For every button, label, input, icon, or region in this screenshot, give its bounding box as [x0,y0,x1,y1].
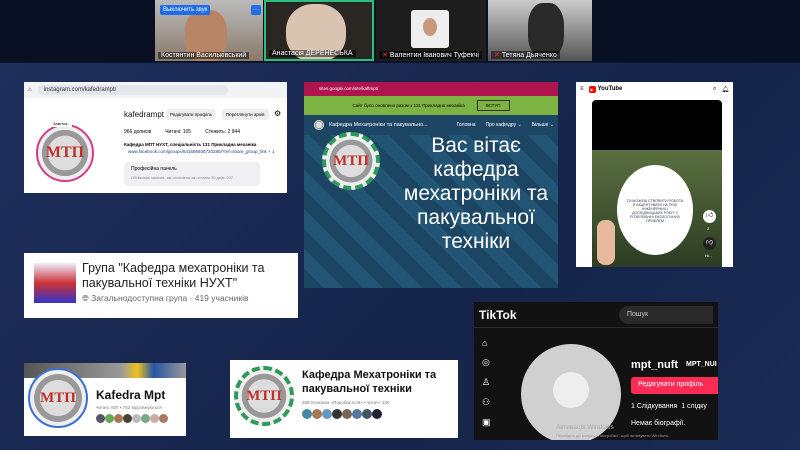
hero-title: Вас вітає кафедра мехатроніки та пакувал… [403,134,549,253]
address-bar[interactable]: sites.google.com/site/kaftmpt/ [304,82,558,96]
view-archive-button[interactable]: Переглянути архів [222,109,269,120]
friends-icon[interactable]: ⚇ [482,397,491,408]
youtube-logo-icon: ▶ [588,85,596,93]
participant-tile[interactable]: ✕ Тетяна Дьяченко [488,0,592,61]
banner-text: Сайт було оновлено разом з 131 Прикладна… [352,103,465,108]
youtube-brand[interactable]: YouTube [598,86,623,92]
nav-about[interactable]: Про кафедру ⌄ [486,122,522,128]
apply-button[interactable]: ВСТУП [476,100,510,111]
page-meta: 209 позначок «Подобається» • читачі: 230 [302,400,390,405]
participant-tile-active[interactable]: Анастасія ДЕРЕНЕСЬКА [264,0,374,61]
youtube-panel: ≡ ▶ YouTube ⌕ 🔔︎ ТИ МОЖЕШ СТВОРИТИ РОБОТ… [576,82,733,267]
follower-avatars [96,414,168,423]
bell-icon[interactable]: 🔔︎ [721,86,729,93]
group-cover-thumbnail [34,263,76,303]
like-count: 2 [707,226,710,231]
settings-icon[interactable]: ⚙ [274,109,281,118]
page-logo: МТП [234,366,294,426]
short-video[interactable]: ТИ МОЖЕШ СТВОРИТИ РОБОТА Й АКЦЕНТУВАТИ Н… [592,150,722,267]
bio: Кафедра МПТ НУХТ, спеціальність 131 Прик… [124,142,257,147]
nav-more[interactable]: Більше ⌄ [532,122,554,128]
group-title[interactable]: Група "Кафедра мехатроніки та пакувально… [82,261,292,291]
posts-count: 966 дописів [124,129,152,135]
group-meta: Загальнодоступна група · 419 учасників [91,293,249,303]
participant-name: Анастасія ДЕРЕНЕСЬКА [269,50,356,57]
avatar [411,10,449,48]
home-icon[interactable]: ⌂ [28,87,32,93]
participant-name: Тетяна Дьяченко [501,52,557,59]
followers-count[interactable]: Читачі: 105 [165,129,191,135]
mic-muted-icon: ✕ [494,52,500,59]
facebook-profile-panel: МТП Kafedra Mpt читачі: 607 • 752 відсте… [24,363,186,436]
bio-link[interactable]: www.facebook.com/groups/641695936720285/… [128,149,274,154]
instagram-panel: ⌂ instagram.com/kafedrampt/ МТП Замітка.… [24,82,287,193]
following-count[interactable]: 1 Слідкування [631,403,677,410]
video-player[interactable] [592,100,722,150]
participant-name: Костянтин Васильківський [158,52,250,59]
profile-logo: МТП [36,124,94,182]
menu-icon[interactable]: ≡ [580,86,584,92]
username: kafedrampt [124,110,165,119]
participants-strip: Выключить звук ··· Костянтин Васильківсь… [0,0,800,62]
page-name[interactable]: Кафедра Мехатроніки та пакувальної техні… [302,368,458,396]
tiktok-username: mpt_nuft [631,359,679,371]
participant-tile[interactable]: Выключить звук ··· Костянтин Васильківсь… [155,0,263,61]
search-icon[interactable]: ⌕ [713,86,716,93]
windows-activation-hint: Перейдіть до розділу "Настройки", щоб ак… [556,433,669,438]
live-icon[interactable]: ▣ [482,417,491,428]
nav-home[interactable]: Головна [457,122,476,128]
dashboard-text: Облікових записів, які охоплено за остан… [131,175,235,180]
tiktok-logo[interactable]: TikTok [479,308,517,322]
windows-activation-watermark: Активація Windows [556,424,614,431]
mic-muted-icon: ✕ [382,52,388,59]
tiktok-display-name: MPT_NUI [686,361,717,368]
note-bubble[interactable]: Замітка... [52,120,72,127]
video-feed [528,3,564,58]
dashboard-title: Професійна панель [131,166,177,172]
mute-button[interactable]: Выключить звук [160,5,211,15]
google-sites-panel: sites.google.com/site/kaftmpt/ Сайт було… [304,82,558,288]
dislike-label: Ні... [705,253,713,258]
dislike-button[interactable]: 👎︎ [703,237,716,250]
more-button[interactable]: ··· [251,5,261,15]
profile-meta: читачі: 607 • 752 відстежуються [96,405,162,410]
search-input[interactable]: Пошук [619,305,713,324]
edit-profile-button[interactable]: Редагувати профіль [631,377,718,394]
tiktok-panel: TikTok Пошук ⌂ ◎ ♙ ⚇ ▣ mpt_nuft MPT_NUI … [474,302,718,440]
bio: Немає біографії. [631,420,686,427]
followers-count[interactable]: 1 слідку [681,403,707,410]
explore-icon[interactable]: ◎ [482,357,491,368]
liker-avatars [302,409,382,419]
site-name[interactable]: Кафедра Мехатроніки та пакувально... [329,122,428,128]
follow-icon[interactable]: ♙ [482,377,491,388]
site-logo [314,120,324,130]
like-button[interactable]: 👍︎ [703,210,716,223]
professional-dashboard[interactable]: Професійна панель Облікових записів, які… [124,162,260,186]
home-icon[interactable]: ⌂ [482,338,491,348]
facebook-page-panel: МТП Кафедра Мехатроніки та пакувальної т… [230,360,458,438]
department-logo: МТП [322,132,380,190]
edit-profile-button[interactable]: Редагувати профіль [166,109,216,120]
participant-name: Валентин Іванович Туфекчі [389,52,479,59]
participant-tile[interactable]: ✕ Валентин Іванович Туфекчі [376,0,486,61]
profile-name[interactable]: Kafedra Mpt [96,388,165,402]
video-card-text: ТИ МОЖЕШ СТВОРИТИ РОБОТА Й АКЦЕНТУВАТИ Н… [617,165,693,255]
following-count[interactable]: Стежить: 2 944 [205,129,240,135]
facebook-group-panel: Група "Кафедра мехатроніки та пакувально… [24,253,298,318]
globe-icon: 🌐︎ [82,293,92,303]
profile-logo: МТП [28,368,88,428]
address-bar[interactable]: instagram.com/kafedrampt/ [37,85,228,95]
